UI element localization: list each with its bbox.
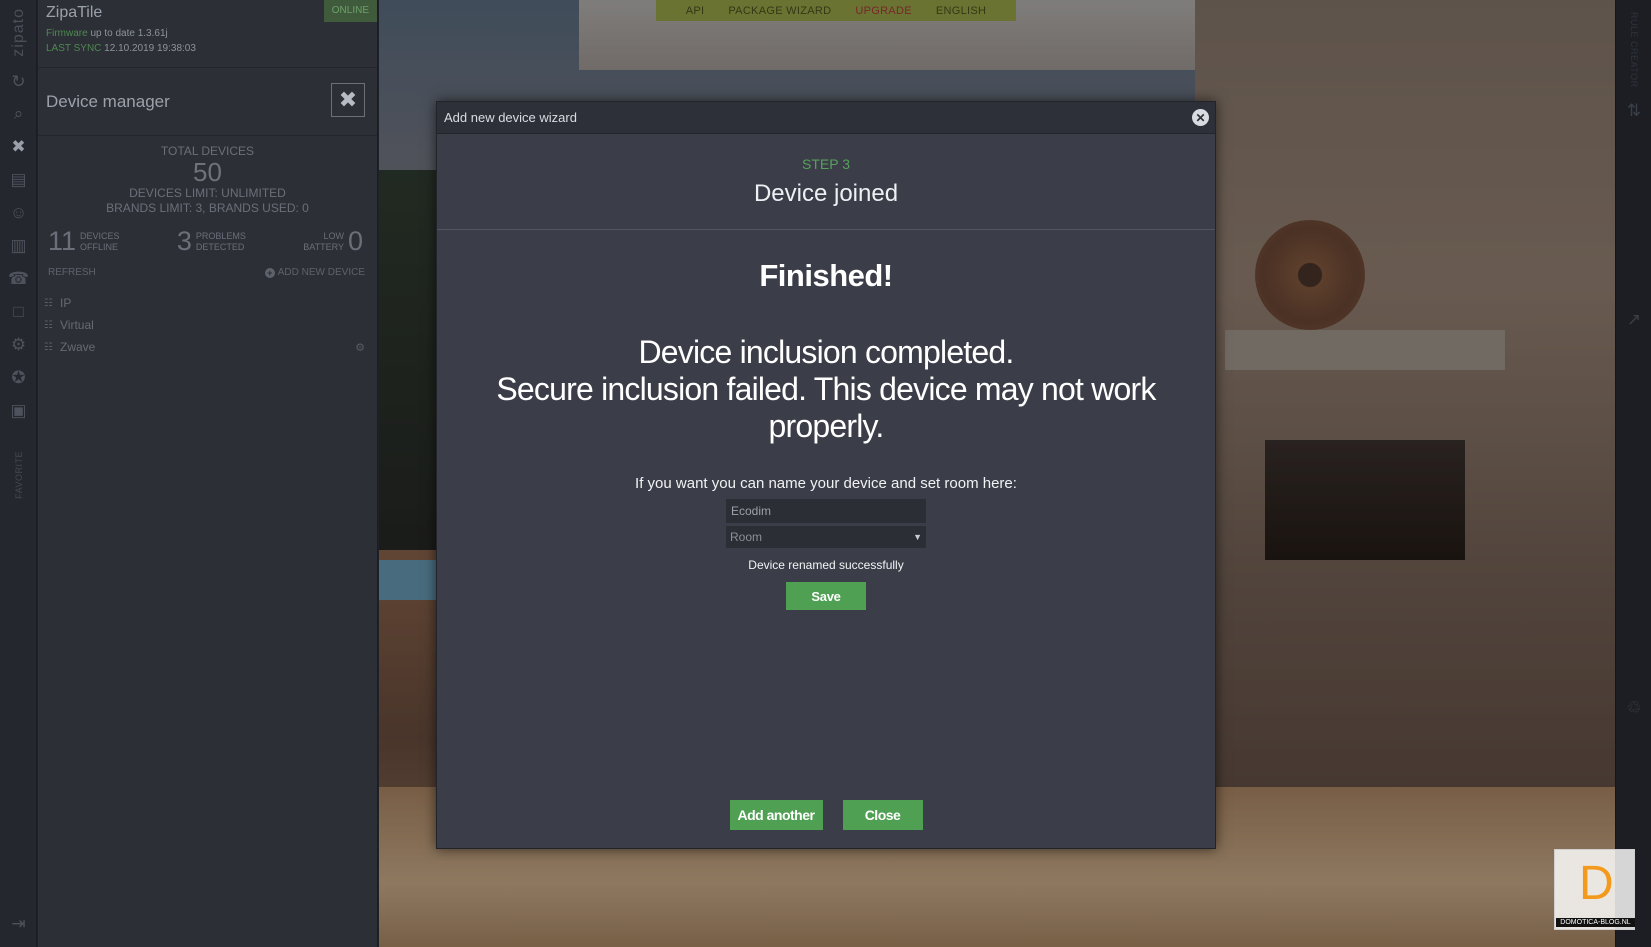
- scenes-icon[interactable]: ▤: [0, 163, 37, 196]
- status-badge: ONLINE: [323, 0, 377, 22]
- settings-icon[interactable]: ⚙: [0, 328, 37, 361]
- rules-icon[interactable]: ▥: [0, 229, 37, 262]
- problems-counter[interactable]: 3 PROBLEMS DETECTED: [177, 226, 246, 257]
- rename-success-message: Device renamed successfully: [748, 558, 904, 572]
- network-item-virtual[interactable]: ☷ Virtual: [38, 314, 377, 336]
- close-button[interactable]: Close: [842, 800, 923, 830]
- panel-title: Device manager: [46, 92, 170, 111]
- plus-icon: +: [264, 267, 275, 278]
- network-icon: ☷: [44, 319, 53, 331]
- network-icon: ☷: [44, 297, 53, 309]
- device-counters: 11 DEVICES OFFLINE 3 PROBLEMS DETECTED LOW…: [38, 216, 377, 257]
- support-icon[interactable]: ☎: [0, 262, 37, 295]
- sync-icon[interactable]: ↻: [0, 65, 37, 98]
- users-icon[interactable]: ☺: [0, 196, 37, 229]
- wizard-footer: Add another Close: [437, 800, 1215, 830]
- finished-heading: Finished!: [759, 258, 893, 293]
- device-stats: TOTAL DEVICES 50 DEVICES LIMIT: UNLIMITE…: [38, 136, 377, 216]
- wizard-title: Add new device wizard: [444, 110, 577, 125]
- brand-logo: zipato: [9, 7, 27, 57]
- app-header: ZipaTile ONLINE Firmware up to date 1.3.…: [38, 0, 377, 68]
- add-another-button[interactable]: Add another: [729, 800, 823, 830]
- last-sync: LAST SYNC 12.10.2019 19:38:03: [46, 43, 196, 54]
- inclusion-message: Device inclusion completed. Secure inclu…: [496, 334, 1156, 444]
- device-name-input[interactable]: [726, 499, 926, 523]
- awards-icon[interactable]: ✪: [0, 361, 37, 394]
- add-device-wizard: Add new device wizard ✕ STEP 3 Device jo…: [436, 101, 1216, 849]
- screen: API PACKAGE WIZARD UPGRADE ENGLISH zipat…: [0, 0, 1651, 947]
- device-manager-icon[interactable]: ✖: [0, 130, 37, 163]
- folder-icon[interactable]: □: [0, 295, 37, 328]
- close-icon[interactable]: ✕: [1192, 109, 1209, 126]
- network-icon: ☷: [44, 341, 53, 353]
- low-battery-counter[interactable]: LOW BATTERY 0: [303, 226, 367, 257]
- refresh-button[interactable]: REFRESH: [48, 267, 96, 278]
- app-title: ZipaTile: [46, 4, 103, 21]
- chevron-down-icon: ▼: [913, 532, 922, 542]
- devices-limit: DEVICES LIMIT: UNLIMITED: [129, 186, 286, 200]
- device-manager-header: Device manager ✖: [38, 68, 377, 136]
- device-manager-tools-icon[interactable]: ✖: [331, 83, 365, 117]
- icon-rail: zipato ↻ ⌕ ✖ ▤ ☺ ▥ ☎ □ ⚙ ✪ ▣ FAVORITE ⇥: [0, 0, 37, 947]
- logout-icon[interactable]: ⇥: [0, 907, 37, 940]
- notes-icon[interactable]: ▣: [0, 394, 37, 427]
- divider: [437, 229, 1215, 230]
- rename-hint: If you want you can name your device and…: [635, 475, 1017, 492]
- step-label: STEP 3: [802, 156, 850, 172]
- total-devices-label: TOTAL DEVICES: [160, 144, 255, 158]
- network-item-ip[interactable]: ☷ IP: [38, 292, 377, 314]
- firmware-status: Firmware up to date 1.3.61j: [46, 28, 168, 39]
- device-toolbar: REFRESH + ADD NEW DEVICE: [38, 257, 377, 278]
- search-icon[interactable]: ⌕: [0, 97, 37, 130]
- favorite-tab[interactable]: FAVORITE: [0, 440, 37, 510]
- step-title: Device joined: [753, 180, 899, 207]
- offline-counter[interactable]: 11 DEVICES OFFLINE: [48, 226, 120, 257]
- total-devices-count: 50: [193, 157, 222, 187]
- add-new-device-button[interactable]: + ADD NEW DEVICE: [264, 267, 365, 278]
- watermark-logo: D DOMOTICA-BLOG.NL: [1554, 849, 1635, 930]
- brands-limit: BRANDS LIMIT: 3, BRANDS USED: 0: [106, 201, 309, 215]
- save-button[interactable]: Save: [786, 582, 866, 610]
- network-item-zwave[interactable]: ☷ Zwave ⚙: [38, 336, 377, 358]
- gear-icon[interactable]: ⚙: [355, 341, 365, 354]
- wizard-header: Add new device wizard ✕: [437, 102, 1215, 134]
- room-select[interactable]: Room ▼: [726, 526, 926, 548]
- network-tree: ☷ IP ☷ Virtual ☷ Zwave ⚙: [38, 292, 377, 358]
- device-manager-panel: ZipaTile ONLINE Firmware up to date 1.3.…: [38, 0, 378, 947]
